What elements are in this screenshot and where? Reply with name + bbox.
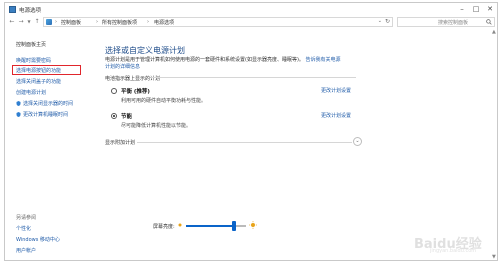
plan-saver-radio[interactable] <box>111 113 117 119</box>
sidebar-item-require-password[interactable]: 唤醒时需要密码 <box>16 57 51 64</box>
title-bar: 电源选项 – □ ✕ <box>5 3 497 16</box>
breadcrumb-all-items[interactable]: 所有控制面板项 <box>102 19 137 26</box>
breadcrumb-separator-icon: › <box>96 19 98 25</box>
shield-icon <box>16 112 21 117</box>
plan-balanced-description: 利用可用的硬件自动平衡功耗与性能。 <box>121 98 207 104</box>
breadcrumb-separator-icon: › <box>55 19 57 25</box>
brightness-low-icon <box>178 223 182 227</box>
plan-saver-description: 尽可能降低计算机性能以节能。 <box>121 123 192 129</box>
address-dropdown-icon[interactable]: ⌄ <box>378 18 382 24</box>
see-also-personalization[interactable]: 个性化 <box>16 225 31 232</box>
brightness-slider[interactable] <box>186 225 246 227</box>
breadcrumb-separator-icon: › <box>147 19 149 25</box>
red-highlight-box <box>12 65 81 75</box>
power-options-icon <box>9 6 16 13</box>
breadcrumb-control-panel[interactable]: 控制面板 <box>61 19 81 26</box>
window-title: 电源选项 <box>19 8 42 14</box>
additional-plans-divider <box>137 142 352 143</box>
watermark-subtext: jingyan.baidu.com <box>430 248 477 254</box>
brightness-slider-fill <box>186 225 234 227</box>
search-icon <box>486 19 492 25</box>
sidebar-item-create-plan[interactable]: 创建电源计划 <box>16 89 46 96</box>
sidebar-item-display-off[interactable]: 选择关闭显示器的时间 <box>16 100 73 107</box>
close-icon[interactable]: ✕ <box>483 4 497 14</box>
maximize-icon[interactable]: □ <box>469 4 483 14</box>
up-arrow-icon[interactable]: ↑ <box>33 18 41 26</box>
search-input[interactable]: 搜索控制面板 <box>397 17 495 27</box>
plan-balanced-radio[interactable] <box>111 88 117 94</box>
forward-arrow-icon[interactable]: → <box>17 18 25 26</box>
plan-saver-name: 节能 <box>121 114 133 120</box>
show-additional-plans-label[interactable]: 显示附加计划 <box>105 139 135 146</box>
recent-locations-chevron-icon[interactable]: ▼ <box>25 18 33 26</box>
see-also-mobility-center[interactable]: Windows 移动中心 <box>16 236 60 243</box>
sidebar-item-lid-close[interactable]: 选择关闭盖子的功能 <box>16 78 61 85</box>
minimize-icon[interactable]: – <box>455 4 469 14</box>
page-title: 选择或自定义电源计划 <box>105 46 185 55</box>
breadcrumb-power-options[interactable]: 电源选项 <box>154 19 174 26</box>
description-text: 电源计划是用于管理计算机如何使用电源的一套硬件和系统设置(如显示器亮度、睡眠等)… <box>105 57 304 63</box>
brightness-slider-thumb[interactable] <box>232 221 236 231</box>
back-arrow-icon[interactable]: ← <box>8 18 16 26</box>
brightness-label: 屏幕亮度: <box>153 224 175 230</box>
power-options-window: 电源选项 – □ ✕ ← → ▼ ↑ › 控制面板 › 所有控制面板项 › 电源… <box>4 2 498 261</box>
search-placeholder: 搜索控制面板 <box>438 20 469 26</box>
expand-chevron-icon[interactable]: ⌄ <box>353 137 362 146</box>
address-field[interactable]: › 控制面板 › 所有控制面板项 › 电源选项 ⌄ ↻ <box>43 17 393 27</box>
control-panel-icon <box>46 19 52 25</box>
refresh-icon[interactable]: ↻ <box>385 18 390 25</box>
baidu-watermark: Baidu经验 jingyan.baidu.com <box>400 231 500 257</box>
plan-balanced-name: 平衡 (推荐) <box>121 89 150 95</box>
brightness-high-icon <box>249 221 257 229</box>
sidebar-item-label: 更改计算机睡眠时间 <box>23 112 69 118</box>
sidebar-item-sleep-time[interactable]: 更改计算机睡眠时间 <box>16 111 68 118</box>
shield-icon <box>16 101 21 106</box>
section-divider <box>151 77 356 78</box>
plan-balanced-change-link[interactable]: 更改计划设置 <box>321 87 351 94</box>
scroll-up-icon[interactable]: ▲ <box>492 29 496 35</box>
address-bar: ← → ▼ ↑ › 控制面板 › 所有控制面板项 › 电源选项 ⌄ ↻ 搜索控制… <box>5 16 497 29</box>
sidebar: 控制面板主页 唤醒时需要密码 选择电源按钮的功能 选择关闭盖子的功能 创建电源计… <box>5 29 97 261</box>
sidebar-item-label: 选择关闭显示器的时间 <box>23 101 74 107</box>
sidebar-home-link[interactable]: 控制面板主页 <box>16 41 46 48</box>
see-also-user-accounts[interactable]: 用户帐户 <box>16 247 36 254</box>
plan-saver-change-link[interactable]: 更改计划设置 <box>321 112 351 119</box>
see-also-heading: 另请参阅 <box>16 215 37 221</box>
page-description: 电源计划是用于管理计算机如何使用电源的一套硬件和系统设置(如显示器亮度、睡眠等)… <box>105 57 345 71</box>
